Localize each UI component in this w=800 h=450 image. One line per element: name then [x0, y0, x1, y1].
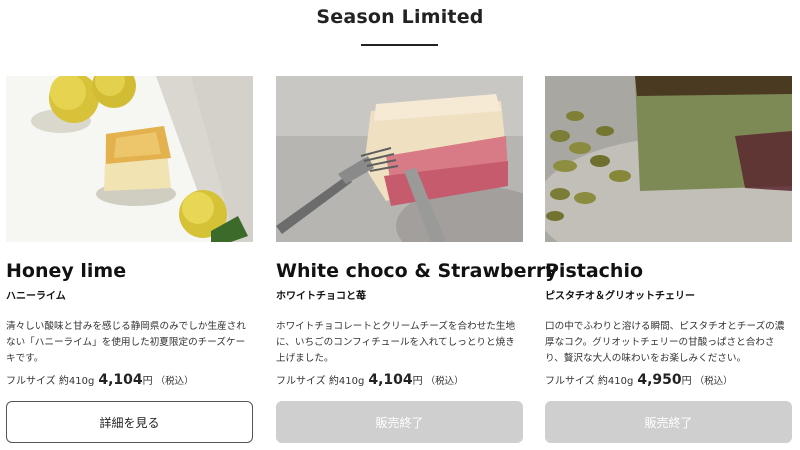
size-label: フルサイズ 約410g [545, 376, 634, 387]
product-photo-honey-lime[interactable] [6, 76, 253, 242]
product-description: 口の中でふわりと溶ける瞬間、ピスタチオとチーズの濃厚なコク。グリオットチェリーの… [545, 321, 785, 364]
yen-unit: 円 [142, 376, 153, 387]
size-label: フルサイズ 約410g [6, 376, 95, 387]
product-name-jp: ハニーライム [6, 291, 66, 302]
section-title: Season Limited [316, 6, 484, 28]
product-description: 清々しい酸味と甘みを感じる静岡県のみでしか生産されない「ハニーライム」を使用した… [6, 321, 246, 364]
product-name-en: Honey lime [6, 260, 127, 282]
yen-unit: 円 [681, 376, 692, 387]
product-name-en: Pistachio [545, 260, 644, 282]
size-label: フルサイズ 約410g [276, 376, 365, 387]
sold-out-button: 販売終了 [276, 401, 523, 443]
details-button[interactable]: 詳細を見る [6, 401, 253, 443]
price-amount: 4,104 [98, 372, 143, 388]
product-photo-white-choco-strawberry[interactable] [276, 76, 523, 242]
product-card-pistachio: Pistachio ピスタチオ＆グリオットチェリー 口の中でふわりと溶ける瞬間、… [545, 76, 792, 446]
product-description: ホワイトチョコレートとクリームチーズを合わせた生地に、いちごのコンフィチュールを… [276, 321, 516, 364]
product-name-jp: ホワイトチョコと苺 [276, 291, 366, 302]
yen-unit: 円 [412, 376, 423, 387]
price-row: フルサイズ 約410g 4,104円 （税込） [6, 372, 194, 388]
product-photo-pistachio[interactable] [545, 76, 792, 242]
tax-label: （税込） [694, 376, 733, 387]
price-amount: 4,950 [637, 372, 682, 388]
product-name-jp: ピスタチオ＆グリオットチェリー [545, 291, 695, 302]
product-card-honey-lime: Honey lime ハニーライム 清々しい酸味と甘みを感じる静岡県のみでしか生… [6, 76, 253, 446]
sold-out-button: 販売終了 [545, 401, 792, 443]
product-card-white-choco-strawberry: White choco & Strawberry ホワイトチョコと苺 ホワイトチ… [276, 76, 558, 446]
title-underline [361, 44, 438, 46]
product-name-en: White choco & Strawberry [276, 260, 558, 282]
price-row: フルサイズ 約410g 4,950円 （税込） [545, 372, 733, 388]
price-row: フルサイズ 約410g 4,104円 （税込） [276, 372, 464, 388]
tax-label: （税込） [425, 376, 464, 387]
price-amount: 4,104 [368, 372, 413, 388]
tax-label: （税込） [155, 376, 194, 387]
